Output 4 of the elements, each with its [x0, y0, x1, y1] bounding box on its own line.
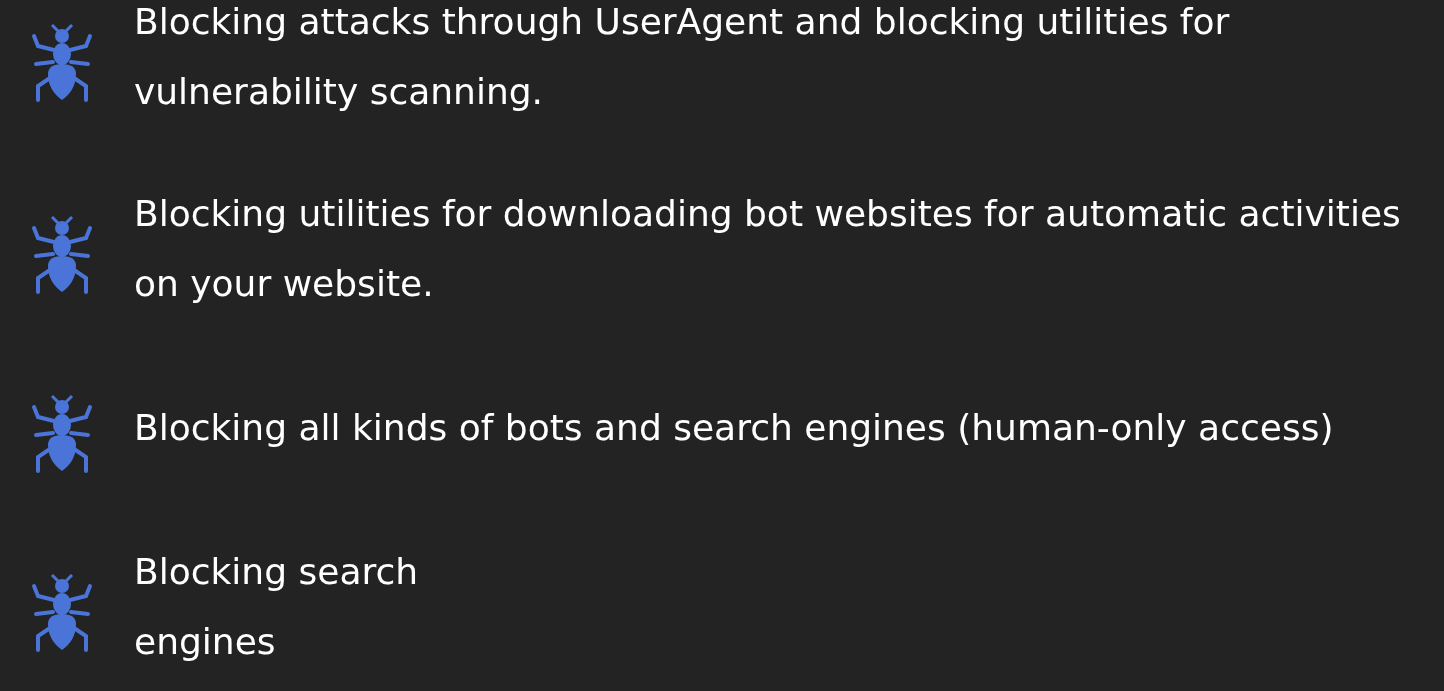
feature-text: Blocking utilities for downloading bot websites for automatic activities on your website.: [134, 192, 1402, 306]
feature-text: Blocking all kinds of bots and search engines (human-only access): [134, 406, 1335, 450]
feature-text: Blocking attacks through UserAgent and blocking utilities for vulnerability scanning.: [134, 0, 1231, 114]
feature-text: Blocking search engines: [134, 550, 420, 664]
